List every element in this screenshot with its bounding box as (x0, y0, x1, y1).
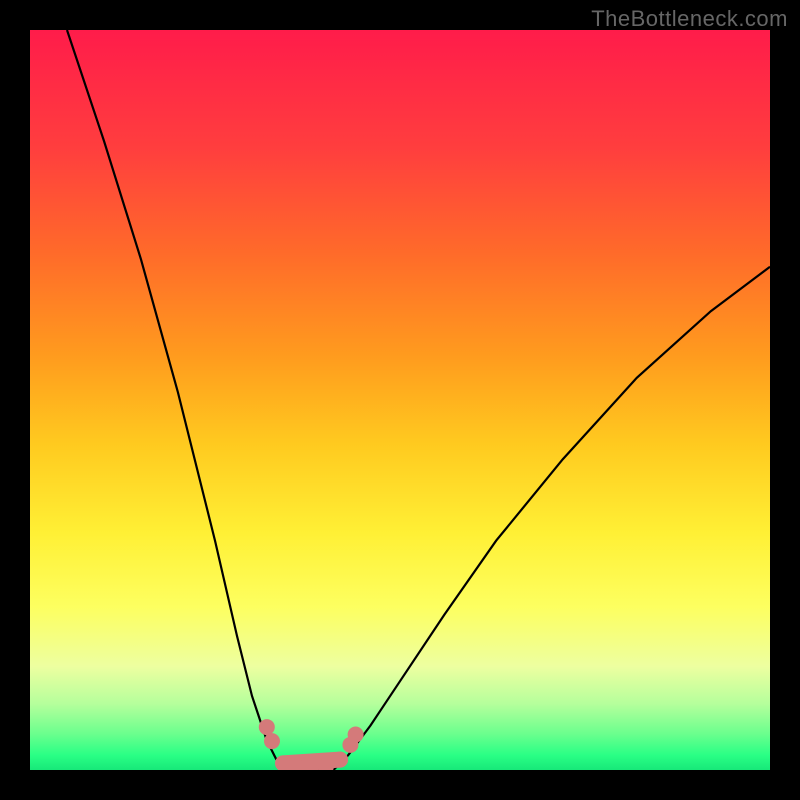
curve-marker (264, 733, 280, 749)
valley-curve (67, 30, 770, 770)
chart-frame: TheBottleneck.com (0, 0, 800, 800)
watermark-text: TheBottleneck.com (591, 6, 788, 32)
curve-marker (348, 726, 364, 742)
curve-marker (259, 719, 275, 735)
plot-area (30, 30, 770, 770)
curve-marker (332, 752, 348, 768)
bottleneck-curve (30, 30, 770, 770)
